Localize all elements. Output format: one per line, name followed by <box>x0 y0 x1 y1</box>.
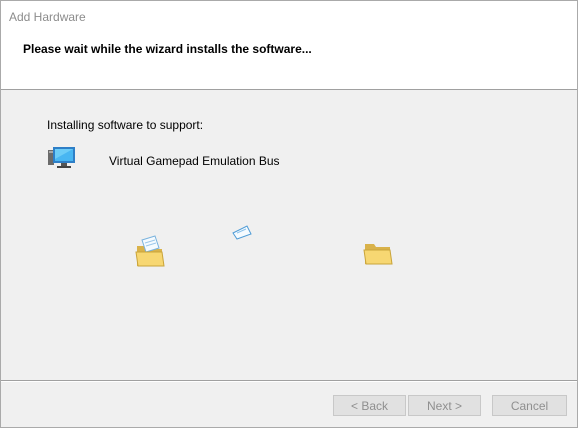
source-folder-icon <box>135 235 165 267</box>
wizard-header: Please wait while the wizard installs th… <box>1 31 577 90</box>
next-button[interactable]: Next > <box>408 395 481 416</box>
wizard-header-title: Please wait while the wizard installs th… <box>23 42 312 56</box>
device-name: Virtual Gamepad Emulation Bus <box>109 154 280 168</box>
flying-document-icon <box>232 225 252 240</box>
title-bar[interactable]: Add Hardware <box>1 1 577 31</box>
destination-folder-icon <box>363 244 393 265</box>
installing-label: Installing software to support: <box>47 118 204 132</box>
wizard-content: Installing software to support: Virtual … <box>1 90 577 380</box>
cancel-button[interactable]: Cancel <box>492 395 567 416</box>
back-button[interactable]: < Back <box>333 395 406 416</box>
add-hardware-window: Add Hardware Please wait while the wizar… <box>0 0 578 428</box>
footer-separator <box>1 380 577 382</box>
window-title: Add Hardware <box>9 10 86 24</box>
monitor-icon <box>48 147 75 168</box>
